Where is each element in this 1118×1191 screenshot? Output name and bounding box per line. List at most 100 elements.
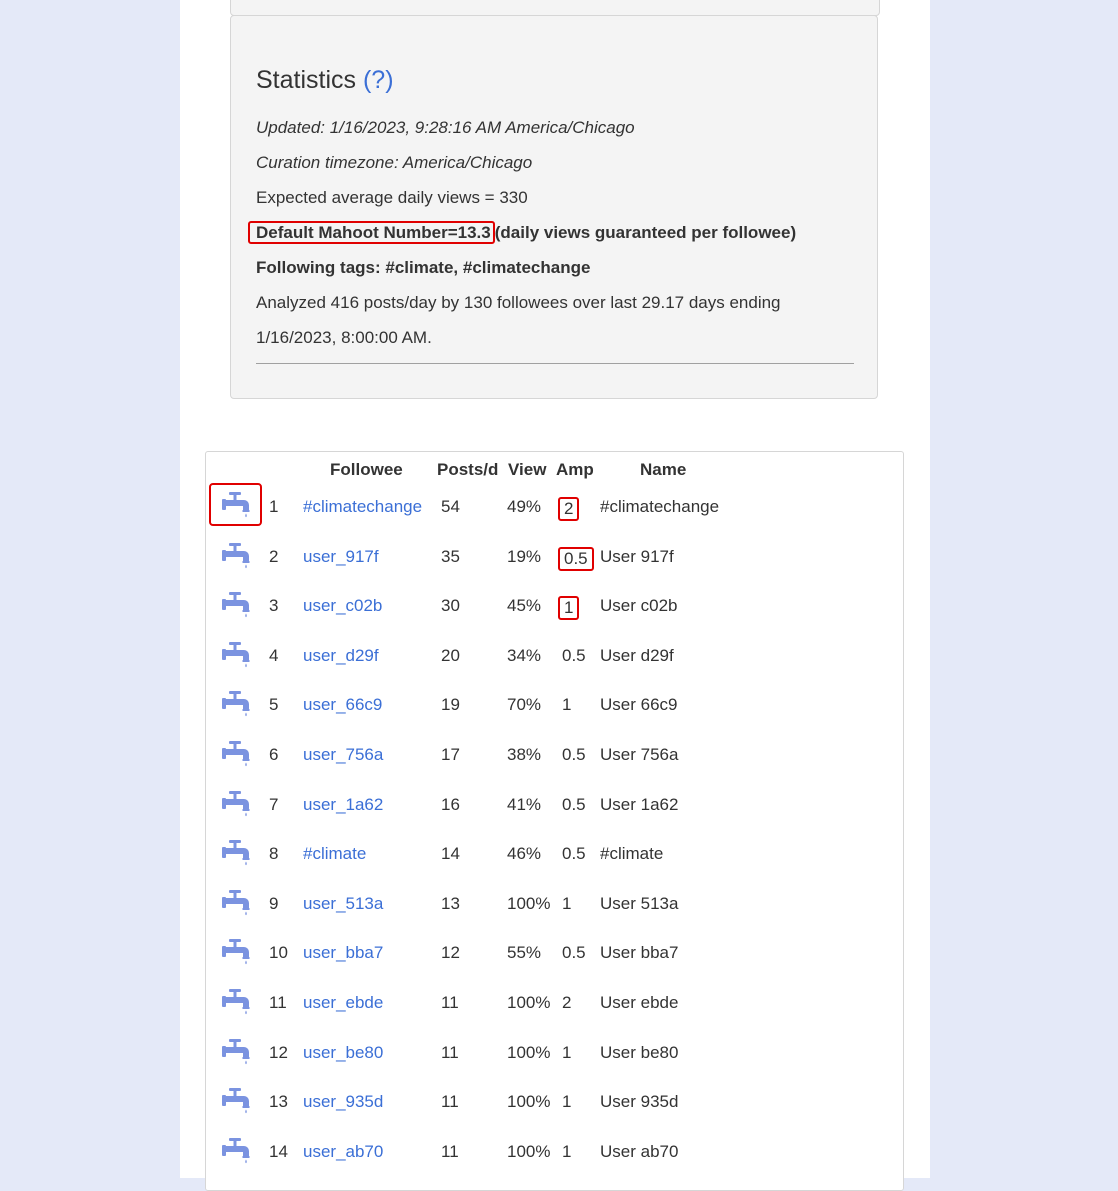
amp-value[interactable]: 1	[558, 894, 575, 914]
faucet-icon	[222, 1088, 250, 1114]
faucet-icon	[222, 1137, 250, 1164]
table-row: 10 user_bba7 12 55% 0.5 User bba7	[206, 933, 903, 973]
amp-value[interactable]: 1	[558, 1043, 575, 1063]
row-rank: 6	[269, 745, 279, 764]
followee-link[interactable]: #climate	[303, 844, 366, 864]
amp-value[interactable]: 0.5	[558, 546, 594, 571]
posts-per-day: 30	[441, 596, 460, 616]
view-percent: 49%	[507, 497, 542, 516]
amp-value[interactable]: 0.5	[558, 795, 590, 815]
amp-value[interactable]: 0.5	[558, 844, 590, 864]
mahoot-number: Default Mahoot Number=13.3	[248, 221, 495, 244]
faucet-icon	[222, 592, 250, 618]
faucet-icon	[222, 1038, 250, 1064]
statistics-title: Statistics	[256, 66, 357, 94]
faucet-button[interactable]	[212, 636, 260, 674]
faucet-button[interactable]	[212, 983, 260, 1021]
faucet-button[interactable]	[212, 834, 260, 872]
followee-link[interactable]: user_513a	[303, 894, 383, 914]
faucet-button[interactable]	[212, 1132, 260, 1170]
posts-per-day: 19	[441, 695, 460, 715]
faucet-icon	[222, 641, 250, 668]
view-percent: 45%	[507, 596, 542, 616]
faucet-button[interactable]	[212, 1033, 260, 1071]
amp-value[interactable]: 1	[558, 1092, 575, 1112]
faucet-button[interactable]	[212, 586, 260, 624]
faucet-button[interactable]	[212, 735, 260, 773]
table-row: 8 #climate 14 46% 0.5 #climate	[206, 834, 903, 874]
followee-link[interactable]: user_935d	[303, 1092, 383, 1112]
table-row: 13 user_935d 11 100% 1 User 935d	[206, 1082, 903, 1122]
posts-per-day: 11	[441, 1092, 459, 1112]
amp-value[interactable]: 1	[558, 596, 580, 621]
amp-value[interactable]: 0.5	[558, 745, 590, 765]
posts-per-day: 12	[441, 943, 460, 963]
row-rank: 10	[269, 943, 288, 963]
view-percent: 100%	[507, 893, 551, 913]
faucet-icon	[222, 989, 250, 1015]
followee-link[interactable]: user_d29f	[303, 646, 379, 666]
display-name: User 756a	[600, 745, 679, 764]
followee-link[interactable]: user_ebde	[303, 993, 383, 1013]
curation-timezone: Curation timezone: America/Chicago	[256, 153, 533, 172]
display-name: User 935d	[600, 1092, 679, 1112]
followee-link[interactable]: user_be80	[303, 1043, 383, 1063]
posts-per-day: 54	[441, 497, 460, 516]
display-name: User bba7	[600, 943, 679, 963]
table-row: 2 user_917f 35 19% 0.5 User 917f	[206, 537, 903, 577]
faucet-icon	[222, 741, 250, 767]
faucet-button[interactable]	[209, 483, 262, 526]
view-percent: 46%	[507, 844, 542, 864]
followee-link[interactable]: user_bba7	[303, 943, 383, 963]
row-rank: 7	[269, 794, 279, 814]
amp-value[interactable]: 0.5	[558, 943, 590, 963]
amp-value[interactable]: 2	[558, 993, 575, 1013]
amp-cell: 0.5	[562, 844, 590, 864]
amp-cell: 0.5	[562, 795, 590, 815]
display-name: User ab70	[600, 1141, 679, 1161]
followee-link[interactable]: #climatechange	[303, 497, 422, 517]
faucet-button[interactable]	[212, 884, 260, 922]
faucet-button[interactable]	[212, 1082, 260, 1120]
faucet-icon	[222, 691, 250, 717]
amp-value[interactable]: 1	[558, 695, 575, 715]
followee-link[interactable]: user_917f	[303, 547, 379, 567]
posts-per-day: 11	[441, 993, 459, 1012]
posts-per-day: 16	[441, 794, 460, 814]
divider	[256, 363, 854, 364]
view-percent: 100%	[507, 1092, 551, 1112]
row-rank: 12	[269, 1042, 288, 1062]
display-name: User d29f	[600, 645, 674, 665]
row-rank: 4	[269, 645, 279, 665]
header-view: View	[508, 460, 547, 479]
faucet-button[interactable]	[212, 785, 260, 823]
display-name: User 66c9	[600, 695, 678, 715]
faucet-button[interactable]	[212, 537, 260, 575]
following-tags: Following tags: #climate, #climatechange	[256, 258, 591, 277]
table-row: 5 user_66c9 19 70% 1 User 66c9	[206, 685, 903, 725]
view-percent: 34%	[507, 645, 542, 665]
followee-link[interactable]: user_ab70	[303, 1142, 383, 1162]
view-percent: 55%	[507, 943, 542, 963]
followee-link[interactable]: user_756a	[303, 745, 383, 765]
followee-link[interactable]: user_66c9	[303, 695, 382, 715]
amp-value[interactable]: 2	[558, 497, 580, 521]
amp-cell: 2	[558, 497, 580, 521]
view-percent: 70%	[507, 695, 542, 715]
table-row: 3 user_c02b 30 45% 1 User c02b	[206, 586, 903, 626]
header-followee: Followee	[330, 460, 403, 479]
faucet-icon	[222, 790, 250, 816]
faucet-button[interactable]	[212, 933, 260, 971]
amp-value[interactable]: 0.5	[558, 646, 590, 666]
previous-card	[230, 0, 880, 16]
analyzed-summary-line1: Analyzed 416 posts/day by 130 followees …	[256, 293, 781, 312]
row-rank: 14	[269, 1141, 288, 1161]
amp-value[interactable]: 1	[558, 1142, 575, 1162]
statistics-help-link[interactable]: (?)	[363, 66, 394, 94]
table-row: 11 user_ebde 11 100% 2 User ebde	[206, 983, 903, 1023]
followee-link[interactable]: user_c02b	[303, 596, 382, 616]
amp-cell: 1	[562, 1043, 575, 1063]
amp-cell: 1	[562, 1092, 575, 1112]
faucet-button[interactable]	[212, 685, 260, 723]
followee-link[interactable]: user_1a62	[303, 795, 383, 815]
